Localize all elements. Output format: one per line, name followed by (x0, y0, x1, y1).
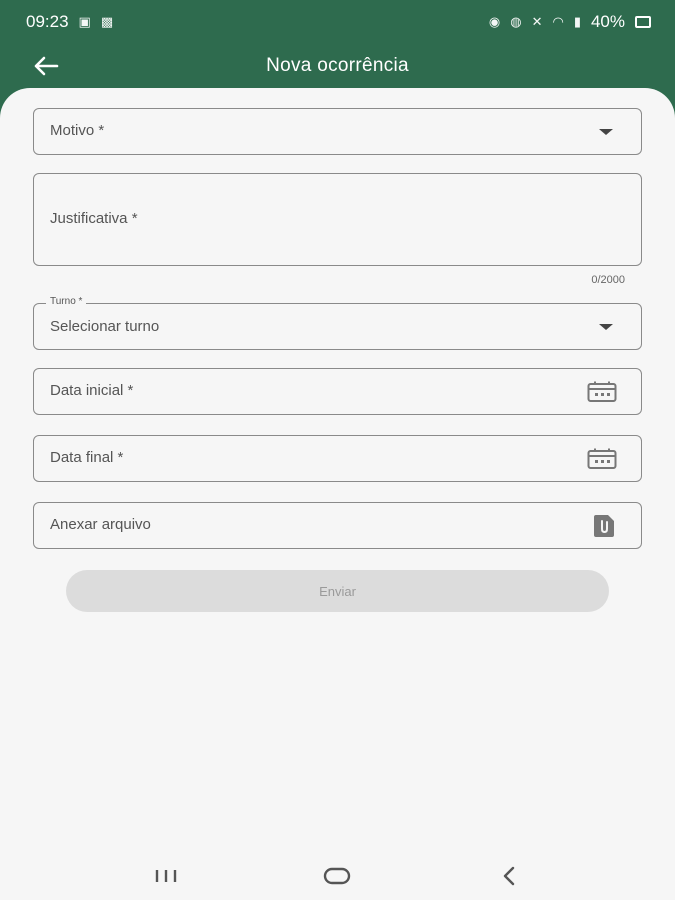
battery-percent: 40% (590, 12, 625, 31)
character-counter: 0/2000 (591, 274, 625, 286)
attach-file-icon[interactable] (591, 514, 617, 538)
anexar-arquivo-label: Anexar arquivo (50, 516, 151, 533)
justificativa-label: Justificativa * (50, 210, 138, 227)
arrow-left-icon (34, 56, 59, 76)
recent-apps-icon (155, 870, 177, 882)
submit-button[interactable]: Enviar (66, 570, 609, 612)
motivo-dropdown[interactable]: Motivo * (33, 108, 642, 155)
app-bar: Nova ocorrência (0, 44, 675, 88)
gallery-icon: ▩ (100, 14, 114, 29)
turno-dropdown[interactable]: Turno * Selecionar turno (33, 296, 642, 350)
status-time: 09:23 (26, 12, 69, 31)
calendar-icon[interactable] (587, 448, 617, 470)
turno-value: Selecionar turno (50, 318, 160, 335)
justificativa-textarea[interactable]: Justificativa * (33, 173, 642, 266)
chevron-down-icon (599, 324, 613, 330)
data-saver-icon: ▣ (78, 14, 91, 29)
data-final-field[interactable]: Data final * (33, 435, 642, 482)
recent-apps-button[interactable] (136, 856, 196, 896)
battery-icon (635, 16, 651, 28)
back-button[interactable] (26, 48, 66, 84)
status-left: 09:23 ▣ ▩ (26, 12, 113, 32)
data-final-label: Data final * (50, 449, 124, 466)
data-inicial-label: Data inicial * (50, 382, 134, 399)
home-button[interactable] (307, 856, 367, 896)
turno-floating-label: Turno * (46, 296, 87, 307)
back-icon (503, 866, 515, 886)
status-right: ◉ ◍ ✕ ◠ ▮ 40% (489, 12, 651, 32)
calendar-icon[interactable] (587, 381, 617, 403)
form-container: Motivo * Justificativa * 0/2000 Turno * … (0, 88, 675, 852)
motivo-label: Motivo * (50, 122, 105, 139)
system-back-button[interactable] (479, 856, 539, 896)
system-nav-bar (0, 852, 675, 900)
page-title: Nova ocorrência (266, 55, 409, 76)
status-bar: 09:23 ▣ ▩ ◉ ◍ ✕ ◠ ▮ 40% (0, 0, 675, 44)
anexar-arquivo-field[interactable]: Anexar arquivo (33, 502, 642, 549)
mute-icon: ✕ (531, 14, 543, 29)
alarm-clock-icon: ◍ (510, 14, 522, 29)
signal-icon: ▮ (573, 14, 581, 29)
chevron-down-icon (599, 129, 613, 135)
wifi-icon: ◠ (552, 14, 564, 29)
data-inicial-field[interactable]: Data inicial * (33, 368, 642, 415)
alarm-icon: ◉ (488, 14, 501, 29)
home-icon (324, 867, 351, 885)
